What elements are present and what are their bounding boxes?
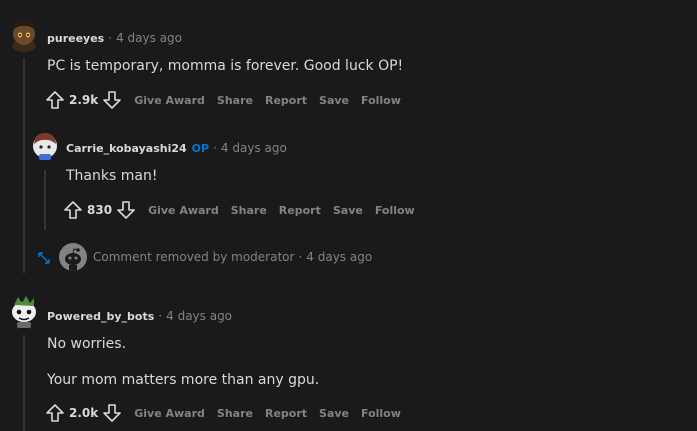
upvote-icon[interactable]: [45, 90, 65, 110]
give-award-button[interactable]: Give Award: [134, 94, 205, 107]
follow-button[interactable]: Follow: [375, 204, 415, 217]
snoo-icon: [65, 248, 81, 271]
removed-comment: Comment removed by moderator · 4 days ag…: [93, 250, 372, 264]
thread-line[interactable]: [23, 335, 25, 431]
avatar-pureeyes[interactable]: [8, 16, 40, 52]
comment-body-paragraph: Your mom matters more than any gpu.: [47, 372, 320, 388]
thread-line[interactable]: [23, 58, 25, 273]
downvote-icon[interactable]: [116, 200, 136, 220]
share-button[interactable]: Share: [217, 407, 253, 420]
save-button[interactable]: Save: [333, 204, 363, 217]
username[interactable]: Carrie_kobayashi24: [66, 142, 187, 155]
thread-line[interactable]: [44, 170, 46, 230]
separator: ·: [298, 250, 303, 264]
separator: ·: [108, 31, 113, 45]
comment-body-paragraph: No worries.: [47, 336, 127, 352]
avatar-image: [33, 133, 57, 160]
report-button[interactable]: Report: [265, 407, 307, 420]
timestamp[interactable]: 4 days ago: [221, 141, 287, 155]
avatar-carrie-kobayashi24[interactable]: [30, 128, 60, 162]
comment-header: Powered_by_bots · 4 days ago: [47, 309, 232, 323]
report-button[interactable]: Report: [279, 204, 321, 217]
comment-actions: 830 Give Award Share Report Save Follow: [63, 198, 415, 222]
username[interactable]: Powered_by_bots: [47, 310, 154, 323]
comment-header: Carrie_kobayashi24 OP · 4 days ago: [66, 141, 287, 155]
give-award-button[interactable]: Give Award: [134, 407, 205, 420]
score: 2.9k: [69, 93, 99, 107]
share-button[interactable]: Share: [231, 204, 267, 217]
follow-button[interactable]: Follow: [361, 407, 401, 420]
avatar-default: [59, 243, 87, 271]
upvote-icon[interactable]: [45, 403, 65, 423]
comment-actions: 2.9k Give Award Share Report Save Follow: [45, 88, 401, 112]
downvote-icon[interactable]: [102, 90, 122, 110]
comment-body: PC is temporary, momma is forever. Good …: [47, 58, 404, 74]
username[interactable]: pureeyes: [47, 32, 104, 45]
comment-body: Thanks man!: [66, 168, 158, 184]
expand-thread-icon[interactable]: [37, 250, 51, 264]
comment-actions: 2.0k Give Award Share Report Save Follow: [45, 401, 401, 425]
give-award-button[interactable]: Give Award: [148, 204, 219, 217]
separator: ·: [213, 141, 217, 155]
score: 830: [87, 203, 113, 217]
downvote-icon[interactable]: [102, 403, 122, 423]
removed-text: Comment removed by moderator: [93, 250, 295, 264]
score: 2.0k: [69, 406, 99, 420]
timestamp[interactable]: 4 days ago: [166, 309, 232, 323]
avatar-image: [12, 296, 36, 328]
avatar-image: [12, 20, 36, 52]
timestamp[interactable]: 4 days ago: [306, 250, 372, 264]
share-button[interactable]: Share: [217, 94, 253, 107]
report-button[interactable]: Report: [265, 94, 307, 107]
comment-header: pureeyes · 4 days ago: [47, 31, 182, 45]
separator: ·: [158, 309, 163, 323]
save-button[interactable]: Save: [319, 407, 349, 420]
op-badge: OP: [191, 141, 210, 155]
follow-button[interactable]: Follow: [361, 94, 401, 107]
avatar-powered-by-bots[interactable]: [8, 293, 40, 329]
save-button[interactable]: Save: [319, 94, 349, 107]
upvote-icon[interactable]: [63, 200, 83, 220]
timestamp[interactable]: 4 days ago: [116, 31, 182, 45]
